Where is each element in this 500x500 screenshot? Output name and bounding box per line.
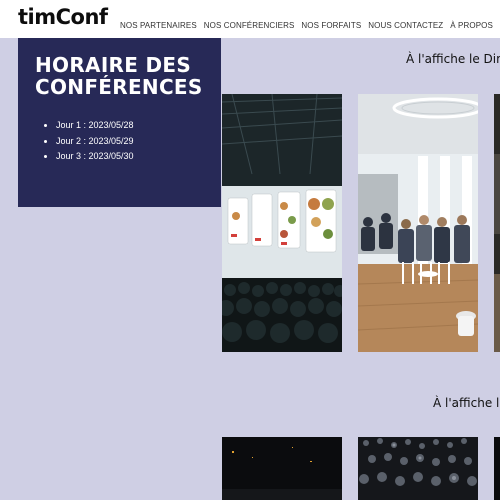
conference-photo-row2-2-image	[358, 437, 478, 500]
schedule-day-list: Jour 1 : 2023/05/28 Jour 2 : 2023/05/29 …	[40, 118, 134, 165]
schedule-day-2: Jour 2 : 2023/05/29	[56, 134, 134, 150]
conference-photo-row2-1-image	[222, 437, 342, 500]
section-title-day-2: À l'affiche le	[433, 396, 500, 410]
schedule-title: HORAIRE DES CONFÉRENCES	[35, 53, 203, 99]
conference-photo-third-image	[494, 94, 500, 352]
nav-contact[interactable]: NOUS CONTACTEZ	[368, 21, 443, 30]
conference-photo-panel[interactable]	[358, 94, 478, 352]
conference-photo-row2-3-image	[494, 437, 500, 500]
nav-conferenciers[interactable]: NOS CONFÉRENCIERS	[204, 21, 295, 30]
conference-photo-row2-1[interactable]	[222, 437, 342, 500]
site-logo[interactable]: timConf	[18, 5, 108, 29]
schedule-day-3: Jour 3 : 2023/05/30	[56, 149, 134, 165]
conference-photo-row2-2[interactable]	[358, 437, 478, 500]
nav-partenaires[interactable]: NOS PARTENAIRES	[120, 21, 197, 30]
conference-photo-hall[interactable]	[222, 94, 342, 352]
conference-photo-panel-image	[358, 94, 478, 352]
conference-photo-hall-image	[222, 94, 342, 352]
section-title-day-1: À l'affiche le Dim	[406, 52, 500, 66]
nav-forfaits[interactable]: NOS FORFAITS	[301, 21, 361, 30]
conference-photo-row2-3[interactable]	[494, 437, 500, 500]
site-header: timConf NOS PARTENAIRES NOS CONFÉRENCIERS…	[0, 0, 500, 38]
schedule-day-1: Jour 1 : 2023/05/28	[56, 118, 134, 134]
nav-a-propos[interactable]: À PROPOS	[450, 21, 493, 30]
schedule-panel: HORAIRE DES CONFÉRENCES Jour 1 : 2023/05…	[18, 38, 221, 207]
main-nav: NOS PARTENAIRES NOS CONFÉRENCIERS NOS FORF…	[120, 15, 500, 33]
conference-photo-third[interactable]	[494, 94, 500, 352]
